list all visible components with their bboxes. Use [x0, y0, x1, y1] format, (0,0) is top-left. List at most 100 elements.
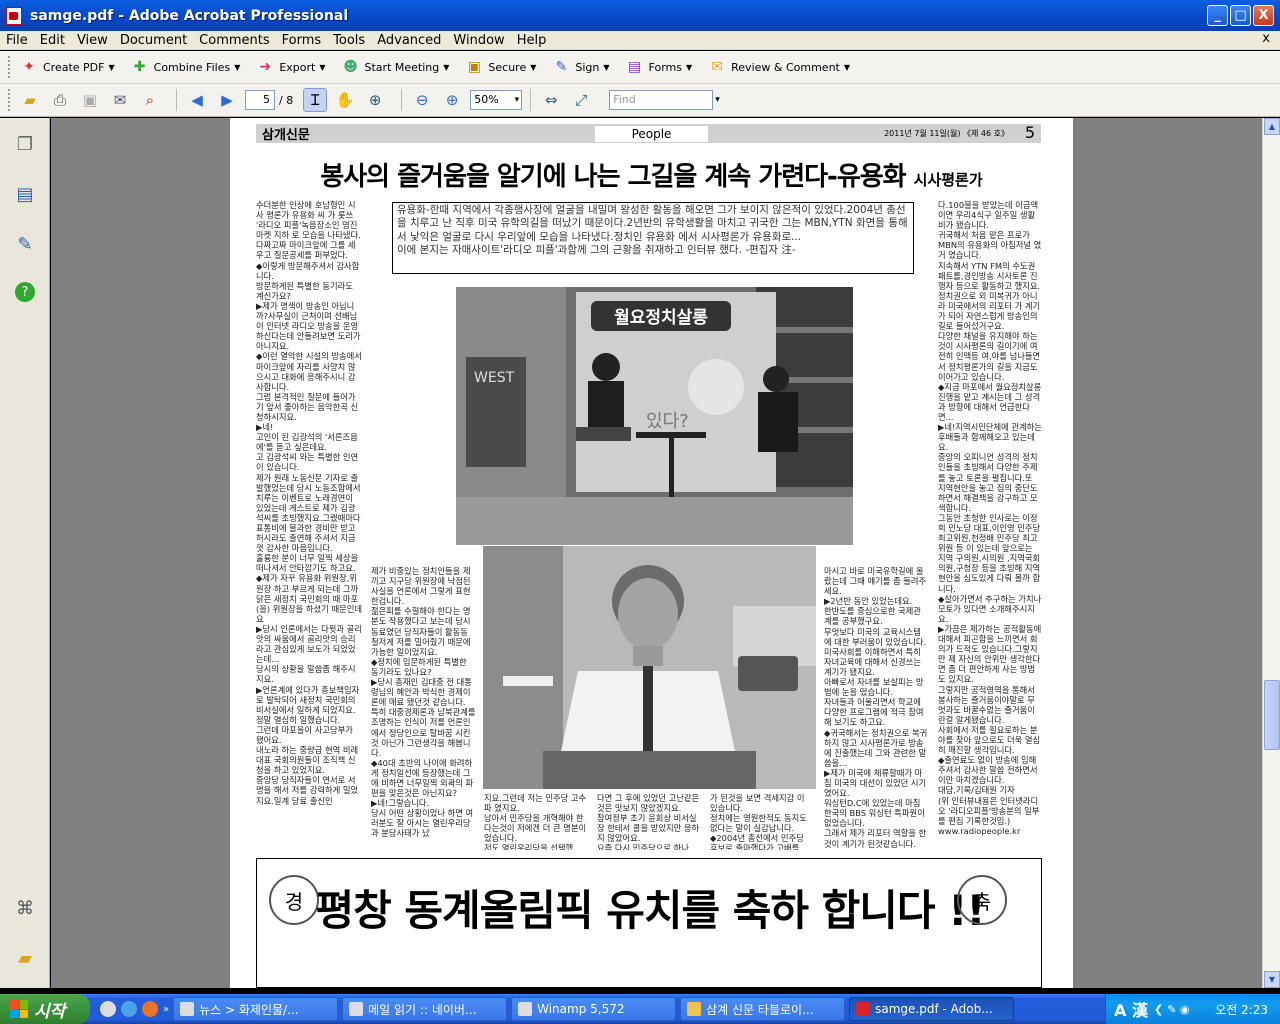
create-pdf-button[interactable]: ✦ Create PDF ▼	[18, 56, 115, 78]
scroll-down-icon[interactable]: ▼	[1264, 971, 1280, 988]
attachments-icon[interactable]: ⌘	[14, 896, 36, 920]
start-button[interactable]: 시작	[0, 994, 90, 1024]
talk-show-photo: 월요정치살롱 WEST 있다?	[456, 287, 853, 545]
toolbar-grip[interactable]	[8, 89, 12, 111]
acrobat-app-icon[interactable]	[6, 6, 22, 25]
open-folder-icon[interactable]: ▰	[18, 88, 42, 112]
find-input[interactable]: Find	[609, 90, 714, 110]
banner-text: 평창 동계올림픽 유치를 축하 합니다 !!	[315, 886, 985, 935]
fit-width-icon[interactable]: ⇔	[539, 88, 563, 112]
bookmarks-icon[interactable]: ▤	[14, 182, 36, 206]
zoom-tool-icon[interactable]: ⊕	[363, 88, 387, 112]
toolbar-separator	[530, 89, 532, 111]
search-binoculars-icon[interactable]: ⌕	[138, 88, 162, 112]
forms-label: Forms	[648, 60, 682, 74]
zoom-out-icon[interactable]: ⊖	[410, 88, 434, 112]
quick-launch-chevron-icon[interactable]: »	[163, 1004, 169, 1015]
chevron-down-icon: ▼	[234, 62, 241, 72]
taskbar-item-label: samge.pdf - Adob...	[875, 1002, 993, 1016]
internet-explorer-icon[interactable]	[121, 1001, 137, 1017]
lead-text: 유용화-한때 지역에서 각종행사장에 얼굴을 내밀며 왕성한 활동을 해오면 그…	[397, 204, 908, 243]
forms-icon: ▤	[627, 59, 642, 75]
taskbar-item[interactable]: 메일 읽기 :: 네이버...	[342, 997, 508, 1021]
minimize-button[interactable]: _	[1207, 5, 1228, 26]
document-close-button[interactable]: x	[1262, 31, 1270, 46]
window-titlebar[interactable]: samge.pdf - Adobe Acrobat Professional _…	[0, 0, 1280, 31]
photo-poster-text: 있다?	[646, 411, 689, 432]
lead-text-note: 이에 본지는 자매사이트'라디오 피플'과함께 그의 근황을 취재하고 인터뷰 …	[397, 243, 796, 256]
menu-window[interactable]: Window	[447, 33, 510, 48]
select-tool-icon[interactable]: Ɪ	[303, 88, 328, 112]
combine-files-button[interactable]: ✚ Combine Files ▼	[129, 56, 241, 78]
chevron-down-icon: ▼	[530, 62, 537, 72]
help-icon[interactable]: ?	[15, 282, 35, 302]
page-total: / 8	[279, 93, 294, 107]
review-comment-label: Review & Comment	[731, 60, 840, 74]
toolbar-grip[interactable]	[8, 56, 12, 78]
portrait-photo	[483, 546, 816, 789]
lock-icon: ▣	[467, 59, 481, 75]
firefox-icon[interactable]	[142, 1001, 158, 1017]
taskbar-item-active[interactable]: samge.pdf - Adob...	[849, 997, 1015, 1021]
pages-icon[interactable]: ❐	[14, 132, 36, 156]
print-icon[interactable]: ⎙	[48, 88, 72, 112]
article-column-1: 수더분한 인상에 호남형인 시사 평론가 유용화 씨 가 롯쓰 '라디오 피플'…	[256, 200, 362, 806]
scroll-thumb[interactable]	[1264, 680, 1280, 750]
hand-tool-icon[interactable]: ✋	[333, 88, 357, 112]
window-title: samge.pdf - Adobe Acrobat Professional	[30, 7, 349, 24]
tray-expand-icon[interactable]: ❮	[1154, 1003, 1163, 1016]
menu-edit[interactable]: Edit	[34, 33, 71, 48]
page-number-input[interactable]: 5	[245, 90, 275, 110]
system-tray: A 漢 ❮ ✎ ◉ 오전 2:23	[1105, 994, 1280, 1024]
review-comment-button[interactable]: ✉ Review & Comment ▼	[706, 56, 850, 78]
article-headline: 봉사의 즐거움을 알기에 나는 그길을 계속 가련다-유용화 시사평론가	[230, 156, 1073, 193]
taskbar-item[interactable]: 뉴스 > 화제인물/...	[173, 997, 339, 1021]
export-button[interactable]: ➜ Export ▼	[254, 56, 325, 78]
photo-side-text: WEST	[474, 370, 515, 386]
taskbar-item-label: 메일 읽기 :: 네이버...	[368, 1002, 477, 1017]
ie-window-icon	[180, 1002, 195, 1016]
taskbar-item[interactable]: 삼계 신문 타블로이...	[680, 997, 846, 1021]
document-view[interactable]: 삼개신문 People 2011년 7월 11일(월) 《제 46 호》 5 봉…	[51, 118, 1262, 988]
chevron-down-icon: ▼	[843, 62, 851, 72]
tasks-toolbar: ✦ Create PDF ▼ ✚ Combine Files ▼ ➜ Export ▼ ☻ S…	[0, 51, 1280, 84]
pdf-page: 삼개신문 People 2011년 7월 11일(월) 《제 46 호》 5 봉…	[230, 118, 1073, 988]
chevron-down-icon: ▼	[108, 62, 115, 72]
zoom-in-icon[interactable]: ⊕	[440, 88, 464, 112]
signatures-icon[interactable]: ✎	[14, 232, 36, 256]
menu-forms[interactable]: Forms	[276, 33, 328, 48]
comments-icon[interactable]: ▰	[14, 946, 36, 970]
zoom-level-select[interactable]: 50%	[470, 90, 523, 110]
menu-help[interactable]: Help	[511, 33, 553, 48]
start-meeting-button[interactable]: ☻ Start Meeting ▼	[340, 56, 449, 78]
ime-indicator[interactable]: A 漢	[1114, 997, 1148, 1021]
vertical-scrollbar[interactable]: ▲ ▼	[1262, 118, 1280, 988]
forms-button[interactable]: ▤ Forms ▼	[624, 56, 693, 78]
fit-page-icon[interactable]: ⤢	[569, 88, 593, 112]
article-column-6: 마시고 바로 미국유학길에 올랐는데 그때 얘기를 좀 들려주세요. ▶2년반 …	[824, 566, 928, 849]
chevron-down-icon: ▼	[685, 62, 693, 72]
save-icon[interactable]: ▣	[78, 88, 102, 112]
windows-flag-icon	[10, 1000, 28, 1018]
tray-icons[interactable]: ✎ ◉	[1167, 1003, 1189, 1016]
secure-button[interactable]: ▣ Secure ▼	[463, 56, 537, 78]
menu-file[interactable]: File	[0, 33, 34, 48]
menu-tools[interactable]: Tools	[327, 33, 371, 48]
show-desktop-icon[interactable]	[100, 1001, 116, 1017]
previous-page-icon[interactable]: ◀	[185, 88, 209, 112]
maximize-button[interactable]: □	[1230, 5, 1251, 26]
navigation-toolbar: ▰ ⎙ ▣ ✉ ⌕ ◀ ▶ 5 / 8 Ɪ ✋ ⊕ ⊖ ⊕ 50% ⇔ ⤢ Fi…	[0, 84, 1280, 117]
menu-document[interactable]: Document	[114, 33, 193, 48]
menu-advanced[interactable]: Advanced	[371, 33, 447, 48]
sign-button[interactable]: ✎ Sign ▼	[550, 56, 610, 78]
clock: 오전 2:23	[1215, 1002, 1268, 1017]
email-icon[interactable]: ✉	[108, 88, 132, 112]
sign-label: Sign	[575, 60, 600, 74]
chevron-down-icon[interactable]: ▾	[715, 95, 720, 105]
close-button[interactable]: X	[1253, 5, 1274, 26]
taskbar-item[interactable]: Winamp 5,572	[511, 997, 677, 1021]
menu-comments[interactable]: Comments	[193, 33, 275, 48]
next-page-icon[interactable]: ▶	[215, 88, 239, 112]
menu-view[interactable]: View	[71, 33, 114, 48]
scroll-up-icon[interactable]: ▲	[1264, 118, 1280, 135]
